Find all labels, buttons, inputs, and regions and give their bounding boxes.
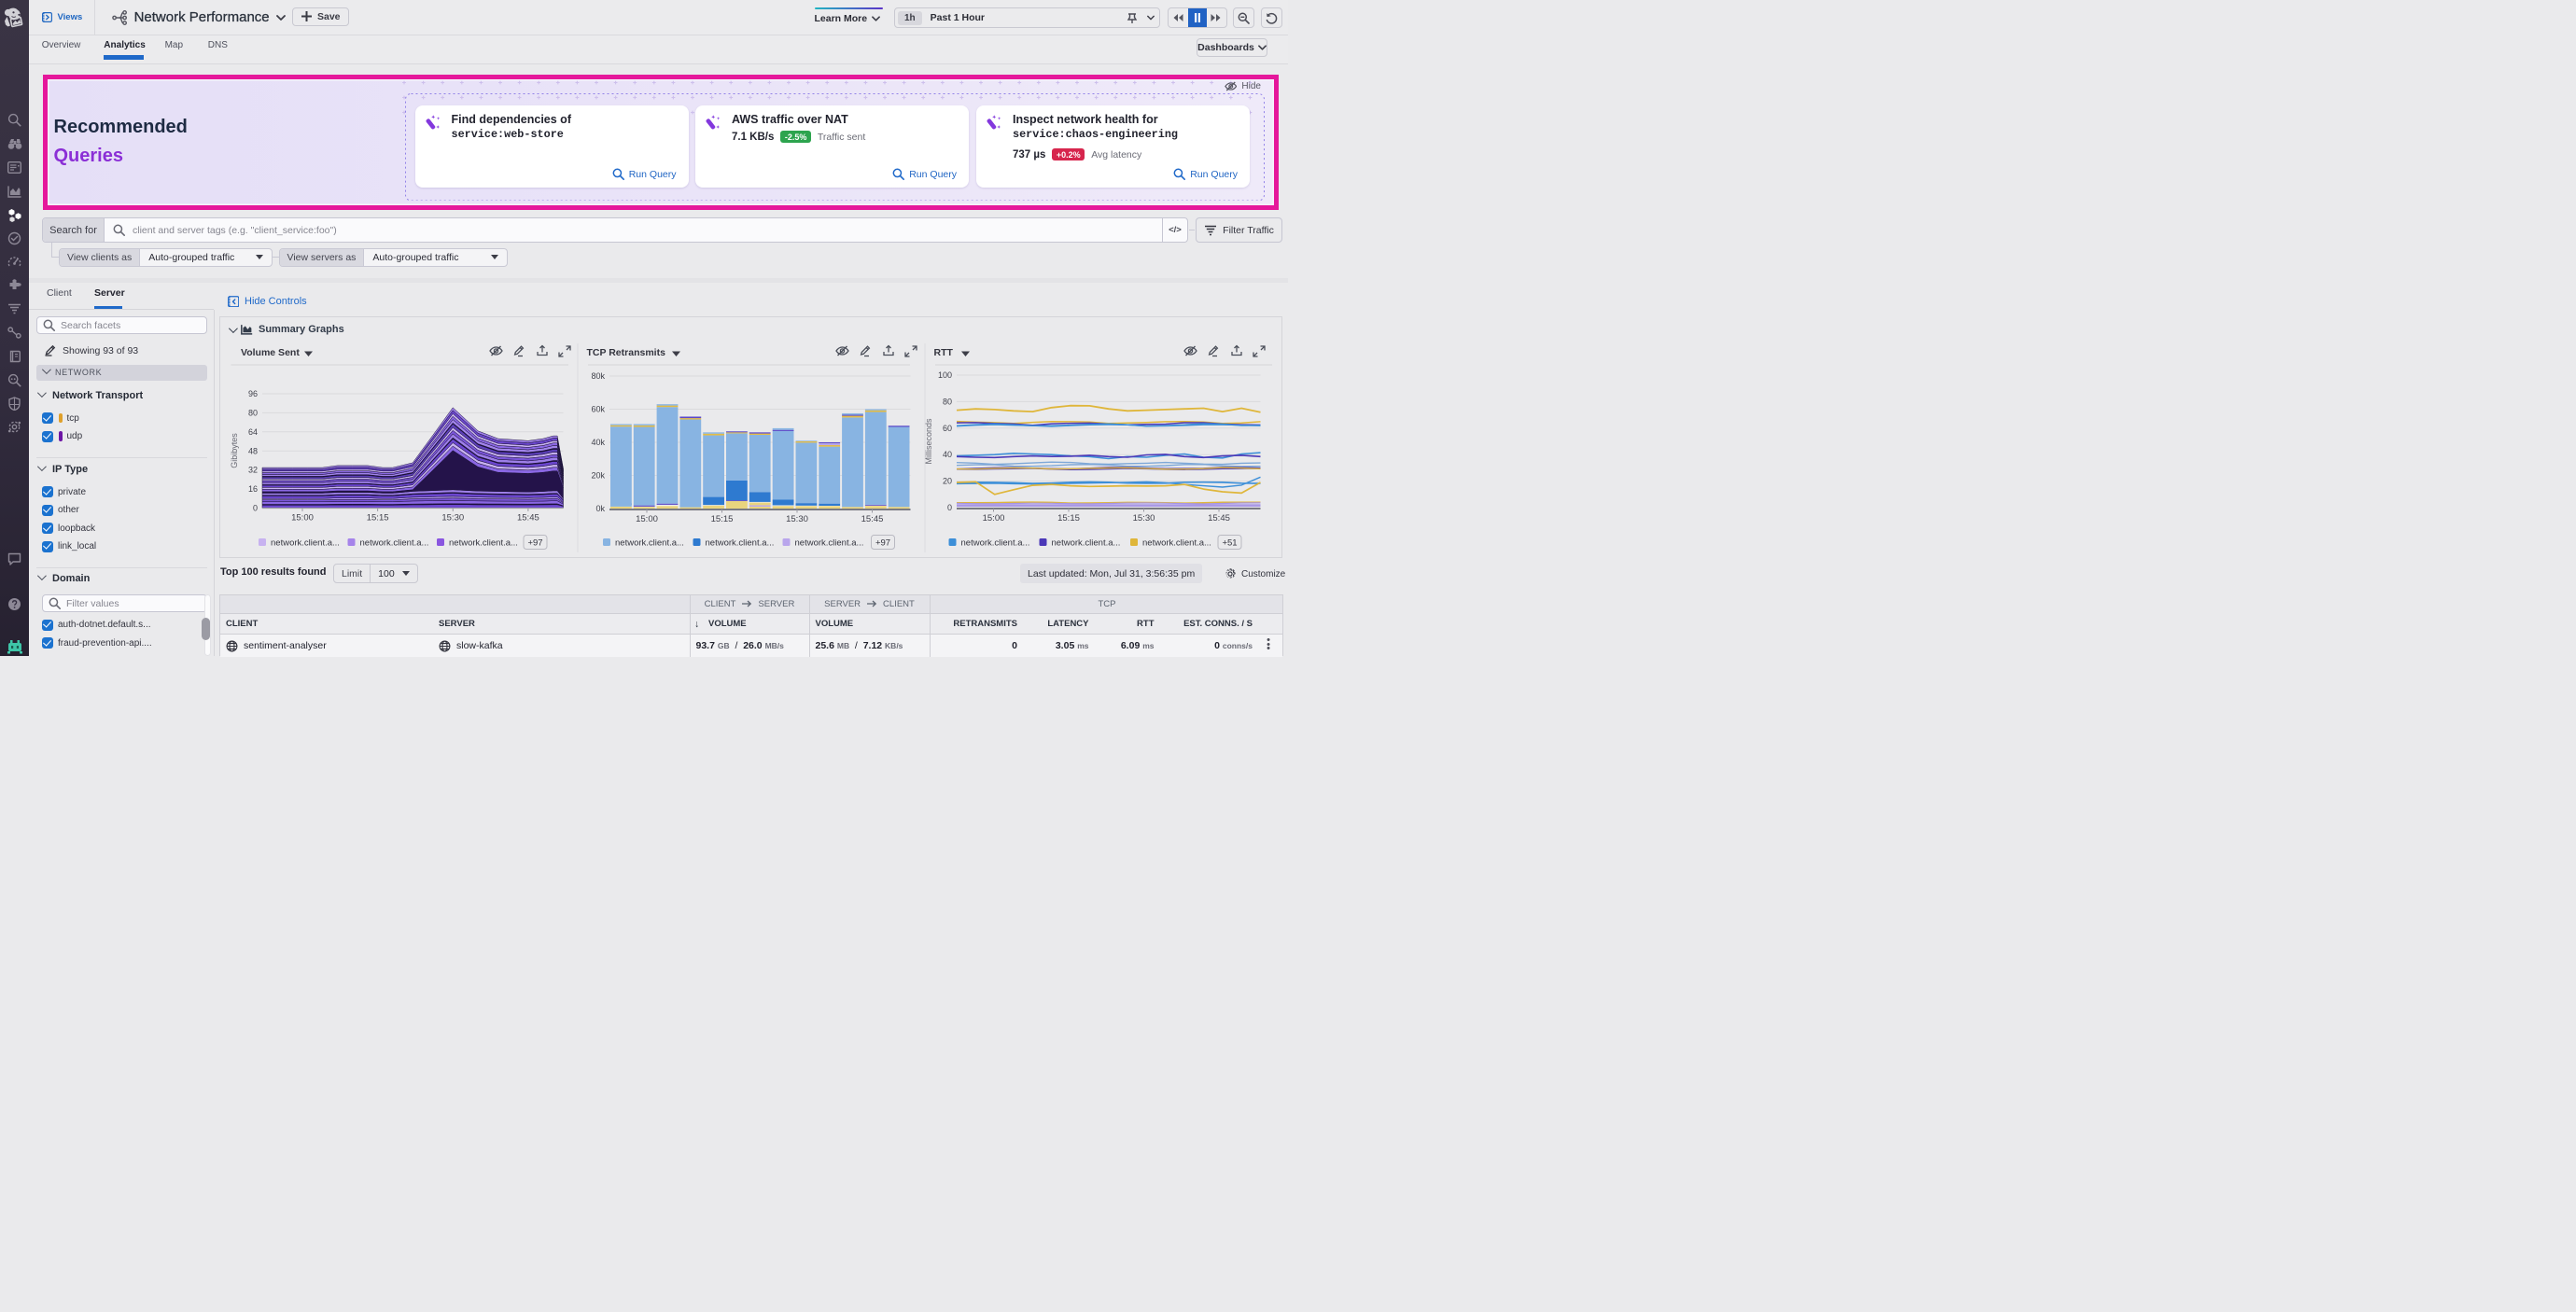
svg-text:15:00: 15:00	[983, 513, 1005, 523]
svg-text:network.client.a...: network.client.a...	[271, 538, 340, 549]
svg-text:15:45: 15:45	[517, 513, 539, 523]
svg-text:15:15: 15:15	[711, 514, 734, 524]
svg-text:15:30: 15:30	[786, 514, 808, 524]
svg-text:network.client.a...: network.client.a...	[1142, 538, 1211, 549]
svg-text:network.client.a...: network.client.a...	[961, 538, 1030, 549]
svg-text:15:15: 15:15	[367, 513, 389, 523]
svg-text:0: 0	[253, 504, 258, 513]
svg-text:15:15: 15:15	[1057, 513, 1080, 523]
svg-text:network.client.a...: network.client.a...	[360, 538, 429, 549]
svg-text:96: 96	[248, 389, 258, 398]
svg-text:Milliseconds: Milliseconds	[924, 418, 933, 465]
svg-text:15:30: 15:30	[441, 513, 464, 523]
svg-text:16: 16	[248, 484, 258, 494]
svg-text:15:45: 15:45	[1208, 513, 1230, 523]
svg-text:40: 40	[943, 450, 952, 459]
svg-text:32: 32	[248, 466, 258, 475]
svg-text:network.client.a...: network.client.a...	[1052, 538, 1121, 549]
svg-text:+97: +97	[527, 538, 542, 549]
svg-text:48: 48	[248, 446, 258, 455]
svg-text:80: 80	[943, 397, 952, 406]
svg-text:+51: +51	[1222, 538, 1237, 549]
svg-text:80k: 80k	[591, 371, 605, 381]
svg-text:60: 60	[943, 424, 952, 433]
svg-text:64: 64	[248, 427, 258, 437]
svg-text:0: 0	[947, 503, 952, 512]
svg-text:network.client.a...: network.client.a...	[795, 538, 864, 549]
svg-text:Gibibytes: Gibibytes	[230, 433, 239, 468]
svg-text:network.client.a...: network.client.a...	[706, 538, 775, 549]
svg-text:100: 100	[938, 370, 952, 380]
svg-text:Volume Sent: Volume Sent	[241, 347, 300, 358]
svg-text:network.client.a...: network.client.a...	[615, 538, 684, 549]
svg-text:TCP Retransmits: TCP Retransmits	[587, 347, 666, 358]
svg-text:+97: +97	[875, 538, 890, 549]
svg-text:15:45: 15:45	[861, 514, 884, 524]
svg-text:20: 20	[943, 477, 952, 486]
svg-text:0k: 0k	[595, 504, 605, 513]
svg-text:80: 80	[248, 408, 258, 417]
svg-text:60k: 60k	[591, 405, 605, 414]
svg-text:15:30: 15:30	[1133, 513, 1155, 523]
svg-text:network.client.a...: network.client.a...	[449, 538, 518, 549]
svg-text:20k: 20k	[591, 471, 605, 481]
svg-text:15:00: 15:00	[636, 514, 658, 524]
svg-text:15:00: 15:00	[291, 513, 314, 523]
svg-text:40k: 40k	[591, 438, 605, 447]
svg-text:RTT: RTT	[934, 347, 954, 358]
